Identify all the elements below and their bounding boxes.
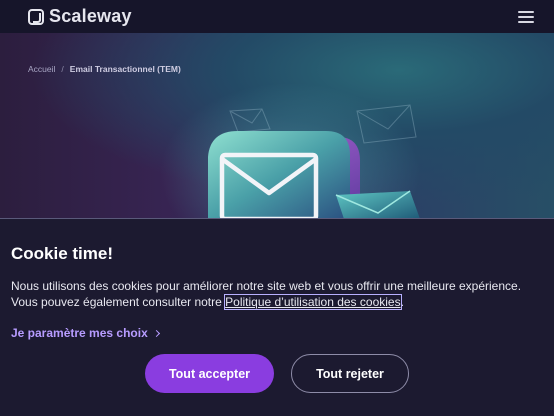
brand-logo[interactable]: Scaleway bbox=[28, 6, 132, 27]
envelope-icon bbox=[160, 83, 420, 219]
scaleway-logo-icon bbox=[28, 8, 44, 25]
reject-all-button[interactable]: Tout rejeter bbox=[291, 354, 409, 393]
breadcrumb-separator: / bbox=[61, 64, 64, 74]
cookie-settings-link[interactable]: Je paramètre mes choix bbox=[11, 326, 543, 340]
hamburger-menu-icon[interactable] bbox=[518, 10, 534, 23]
cookie-title: Cookie time! bbox=[11, 244, 114, 263]
top-bar: Scaleway bbox=[0, 0, 554, 33]
cookie-description: Nous utilisons des cookies pour améliore… bbox=[11, 278, 543, 310]
breadcrumb-current: Email Transactionnel (TEM) bbox=[69, 64, 181, 74]
chevron-right-icon bbox=[152, 329, 160, 337]
hero-banner: Accueil / Email Transactionnel (TEM) bbox=[0, 33, 554, 219]
cookie-policy-link[interactable]: Politique d’utilisation des cookies bbox=[224, 294, 402, 310]
cookie-settings-label: Je paramètre mes choix bbox=[11, 326, 148, 340]
accept-all-button[interactable]: Tout accepter bbox=[145, 354, 274, 393]
breadcrumb-home-link[interactable]: Accueil bbox=[28, 64, 55, 74]
cookie-banner: Cookie time! Nous utilisons des cookies … bbox=[0, 219, 554, 416]
breadcrumb: Accueil / Email Transactionnel (TEM) bbox=[28, 64, 181, 74]
cookie-text-after: . bbox=[400, 295, 404, 309]
brand-name: Scaleway bbox=[49, 6, 132, 26]
